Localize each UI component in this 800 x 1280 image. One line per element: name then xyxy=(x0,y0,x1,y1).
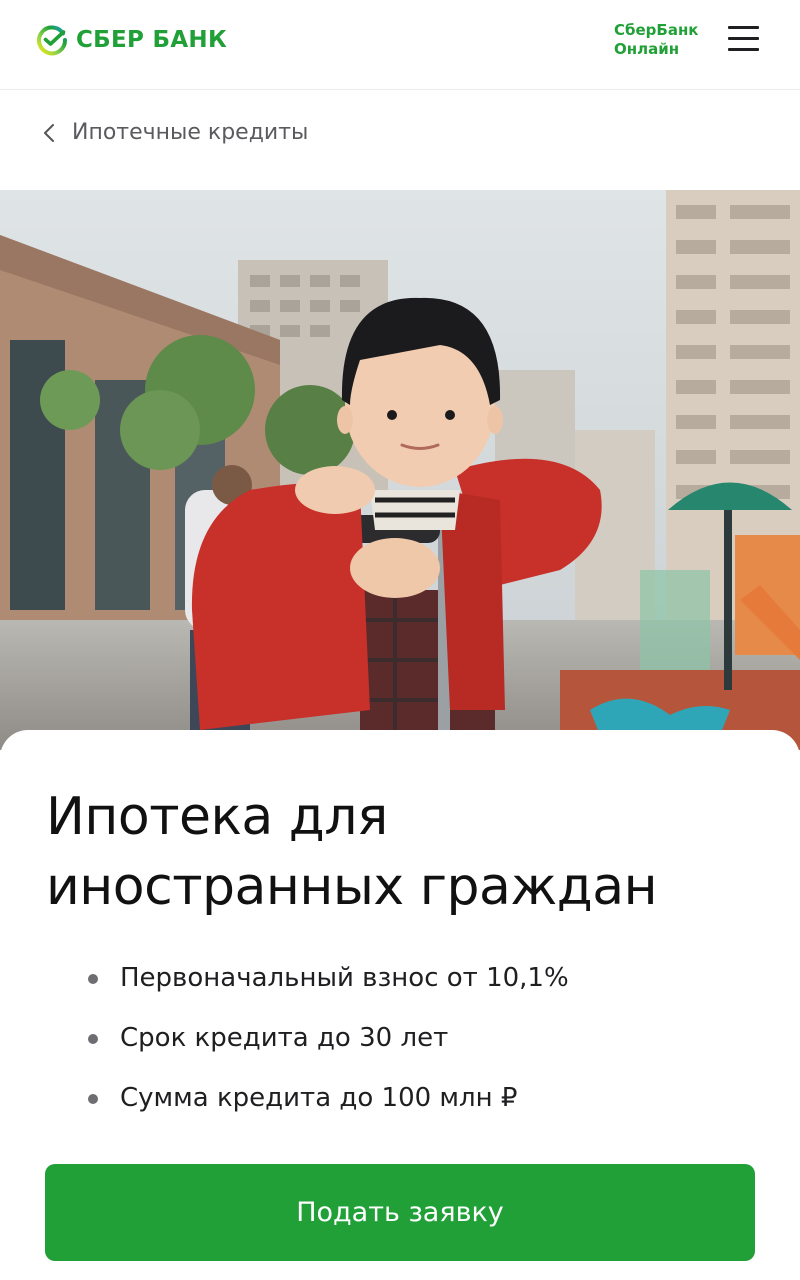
list-item: Срок кредита до 30 лет xyxy=(88,1008,569,1068)
sberbank-online-link[interactable]: СберБанк Онлайн xyxy=(614,21,714,59)
bullet-icon xyxy=(88,974,98,984)
burger-line xyxy=(728,26,759,29)
list-item: Первоначальный взнос от 10,1% xyxy=(88,948,569,1008)
sber-logo-icon xyxy=(37,25,68,56)
breadcrumb-label: Ипотечные кредиты xyxy=(72,120,309,145)
logo-text: СБЕР БАНК xyxy=(76,27,228,53)
hero-image xyxy=(0,190,800,750)
online-link-line-2: Онлайн xyxy=(614,40,680,58)
bullet-icon xyxy=(88,1094,98,1104)
top-header: СБЕР БАНК СберБанк Онлайн xyxy=(0,0,800,90)
burger-line xyxy=(728,48,759,51)
chevron-left-icon xyxy=(40,116,58,150)
list-item: Сумма кредита до 100 млн ₽ xyxy=(88,1068,569,1128)
burger-menu-icon[interactable] xyxy=(728,24,760,52)
title-line-2: иностранных граждан xyxy=(46,857,658,917)
feature-text: Сумма кредита до 100 млн ₽ xyxy=(120,1083,518,1113)
online-link-line-1: СберБанк xyxy=(614,21,699,39)
apply-button[interactable]: Подать заявку xyxy=(45,1164,755,1261)
page-title: Ипотека для иностранных граждан xyxy=(46,782,766,922)
product-card: Ипотека для иностранных граждан Первонач… xyxy=(0,730,800,1280)
title-line-1: Ипотека для xyxy=(46,787,388,847)
bullet-icon xyxy=(88,1034,98,1044)
sber-logo[interactable]: СБЕР БАНК xyxy=(36,22,227,58)
feature-text: Первоначальный взнос от 10,1% xyxy=(120,963,569,993)
feature-text: Срок кредита до 30 лет xyxy=(120,1023,449,1053)
breadcrumb-back-link[interactable]: Ипотечные кредиты xyxy=(40,116,308,150)
burger-line xyxy=(728,37,759,40)
feature-list: Первоначальный взнос от 10,1% Срок креди… xyxy=(88,948,569,1128)
